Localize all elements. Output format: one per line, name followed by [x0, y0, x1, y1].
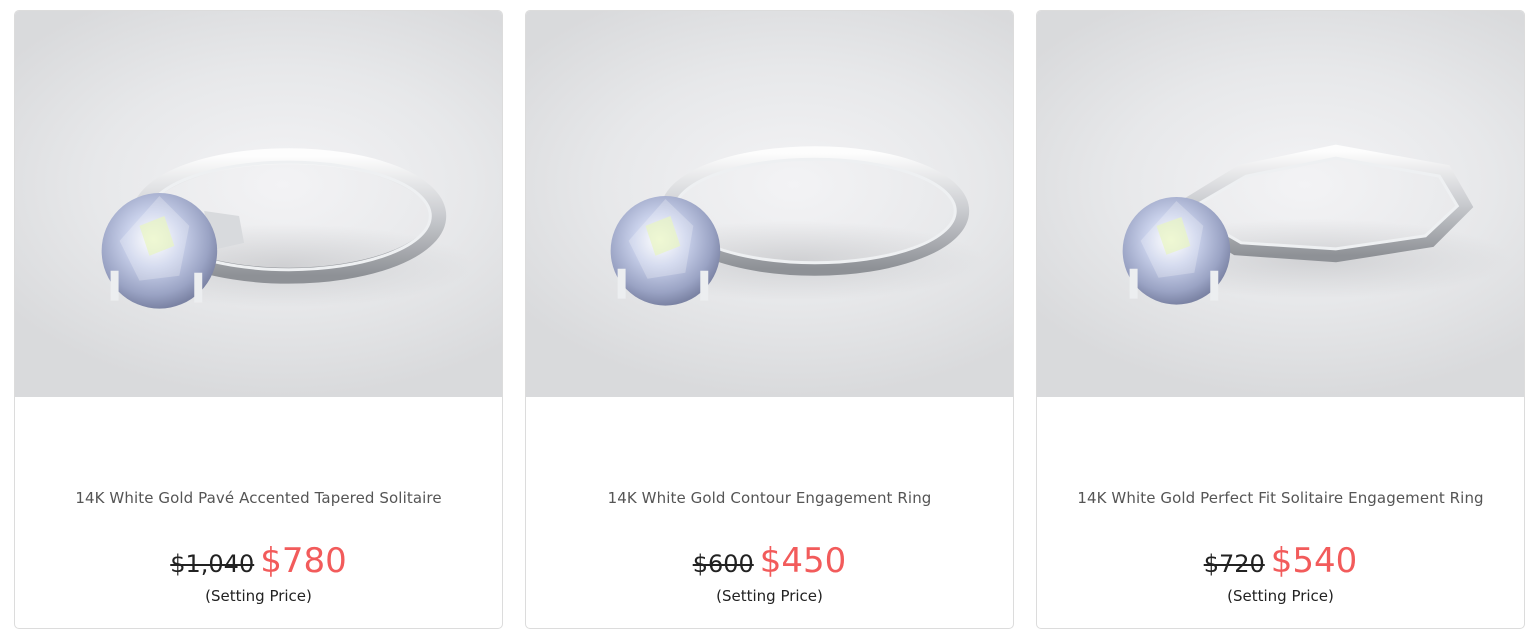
- product-grid: 14K White Gold Pavé Accented Tapered Sol…: [0, 0, 1536, 639]
- product-title[interactable]: 14K White Gold Pavé Accented Tapered Sol…: [15, 489, 502, 507]
- sale-price: $540: [1270, 541, 1358, 581]
- original-price: $600: [692, 550, 754, 578]
- price-row: $1,040 $780: [15, 544, 502, 578]
- price-note: (Setting Price): [205, 587, 312, 605]
- price-row: $600 $450: [526, 544, 1013, 578]
- price-note: (Setting Price): [1227, 587, 1334, 605]
- price-row: $720 $540: [1037, 544, 1524, 578]
- product-image[interactable]: [1037, 11, 1524, 397]
- sale-price: $780: [260, 541, 347, 581]
- product-card[interactable]: 14K White Gold Pavé Accented Tapered Sol…: [14, 10, 503, 629]
- sale-price: $450: [759, 541, 847, 581]
- product-image[interactable]: [526, 11, 1013, 397]
- product-title[interactable]: 14K White Gold Perfect Fit Solitaire Eng…: [1037, 489, 1524, 507]
- product-card[interactable]: 14K White Gold Contour Engagement Ring $…: [525, 10, 1014, 629]
- product-title[interactable]: 14K White Gold Contour Engagement Ring: [526, 489, 1013, 507]
- original-price: $1,040: [170, 550, 255, 578]
- ring-illustration: [605, 146, 985, 306]
- product-card[interactable]: 14K White Gold Perfect Fit Solitaire Eng…: [1036, 10, 1525, 629]
- price-note: (Setting Price): [716, 587, 823, 605]
- original-price: $720: [1203, 550, 1265, 578]
- ring-illustration: [1121, 144, 1511, 305]
- product-image[interactable]: [15, 11, 502, 397]
- ring-illustration: [94, 148, 474, 309]
